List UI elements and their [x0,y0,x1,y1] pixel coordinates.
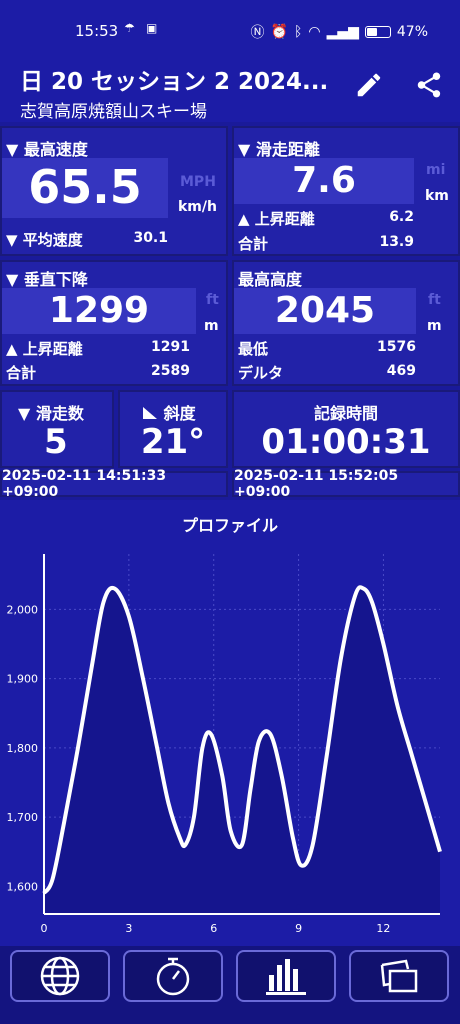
vertical-descent-label[interactable]: ▼ 垂直下降 [6,266,88,290]
battery-icon [364,26,391,38]
descent-ascent-label: ▲ 上昇距離 [6,340,83,358]
max-altitude-value: 2045 [274,290,376,331]
x-tick-label: 3 [125,922,132,935]
x-tick-label: 6 [210,922,217,935]
alarm-icon: ⏰ [270,24,288,40]
slope-label: 斜度 [163,404,196,423]
y-tick-label: 1,700 [7,811,39,824]
unit-mi[interactable]: mi [426,162,445,178]
slope-title[interactable]: 斜度 [142,400,196,424]
min-altitude-value: 1576 [377,339,416,355]
nfc-icon: Ⓝ [250,25,265,41]
share-button[interactable] [414,70,444,100]
slope-value: 21° [140,422,206,462]
calendar-icon: ▣ [146,21,158,35]
descent-ascent-value: 1291 [151,339,190,355]
duration-value: 01:00:31 [261,422,431,462]
edit-button[interactable] [354,70,384,100]
distance-total-label: 合計 [238,235,269,253]
distance-value: 7.6 [292,160,356,201]
avg-speed-label[interactable]: ▼ 平均速度 [6,229,83,250]
vertical-descent-value: 1299 [48,290,150,331]
photos-icon [380,959,418,993]
max-altitude-label[interactable]: 最高高度 [238,266,302,290]
signal-icon: ▂▄▆ [326,24,359,40]
wifi-icon: ◠ [308,24,321,40]
unit-kmh[interactable]: km/h [178,199,217,215]
unit-ft[interactable]: ft [206,292,219,308]
share-icon [417,72,441,98]
nav-timer-button[interactable] [123,950,223,1002]
nav-photos-button[interactable] [349,950,449,1002]
unit-alt-ft[interactable]: ft [428,292,441,308]
y-tick-label: 1,800 [7,742,39,755]
stopwatch-icon [156,957,190,996]
bluetooth-icon: ᛒ [293,24,303,40]
x-tick-label: 9 [295,922,302,935]
descent-total-value: 2589 [151,363,190,379]
nav-stats-button[interactable] [236,950,336,1002]
unit-mph[interactable]: MPH [180,174,216,190]
distance-total-value: 13.9 [379,234,414,250]
page-title: 日 20 セッション 2 2024... [20,69,329,95]
max-speed-label[interactable]: ▼ 最高速度 [6,136,88,160]
status-bar: 15:53 ☂ ▣ Ⓝ ⏰ ᛒ ◠ ▂▄▆ 47% [0,0,460,50]
status-time: 15:53 [75,22,119,40]
x-tick-label: 12 [376,922,390,935]
y-tick-label: 1,600 [7,880,39,893]
x-tick-label: 0 [41,922,48,935]
status-icons: Ⓝ ⏰ ᛒ ◠ ▂▄▆ 47% [251,22,429,42]
distance-ascent-label: ▲ 上昇距離 [238,210,315,228]
runs-label[interactable]: ▼ 滑走数 [18,400,84,424]
profile-chart: 1,600 1,700 1,800 1,900 2,000 0 3 6 9 12 [7,554,442,935]
start-timestamp: 2025-02-11 14:51:33 +09:00 [0,468,228,500]
bar-chart-icon [266,959,306,995]
end-timestamp: 2025-02-11 15:52:05 +09:00 [232,468,460,500]
altitude-delta-label: デルタ [238,364,284,382]
max-speed-value: 65.5 [28,160,142,214]
duration-label: 記録時間 [313,404,378,423]
resort-name: 志賀高原焼額山スキー場 [20,102,207,122]
y-tick-label: 1,900 [7,673,39,686]
distance-ascent-value: 6.2 [389,209,414,225]
nav-map-button[interactable] [10,950,110,1002]
avg-speed-value: 30.1 [133,230,168,246]
unit-m[interactable]: m [204,318,219,334]
slope-icon [143,407,157,419]
descent-total-label: 合計 [6,364,37,382]
distance-label[interactable]: ▼ 滑走距離 [238,136,320,160]
globe-icon [40,956,80,996]
altitude-delta-value: 469 [386,363,416,379]
unit-km[interactable]: km [425,188,449,204]
weather-icon: ☂ [124,21,135,35]
min-altitude-label: 最低 [238,340,269,358]
unit-alt-m[interactable]: m [427,318,442,334]
runs-value: 5 [44,422,68,462]
battery-percent: 47% [396,24,428,40]
y-tick-label: 2,000 [7,603,39,616]
pencil-icon [357,73,381,97]
